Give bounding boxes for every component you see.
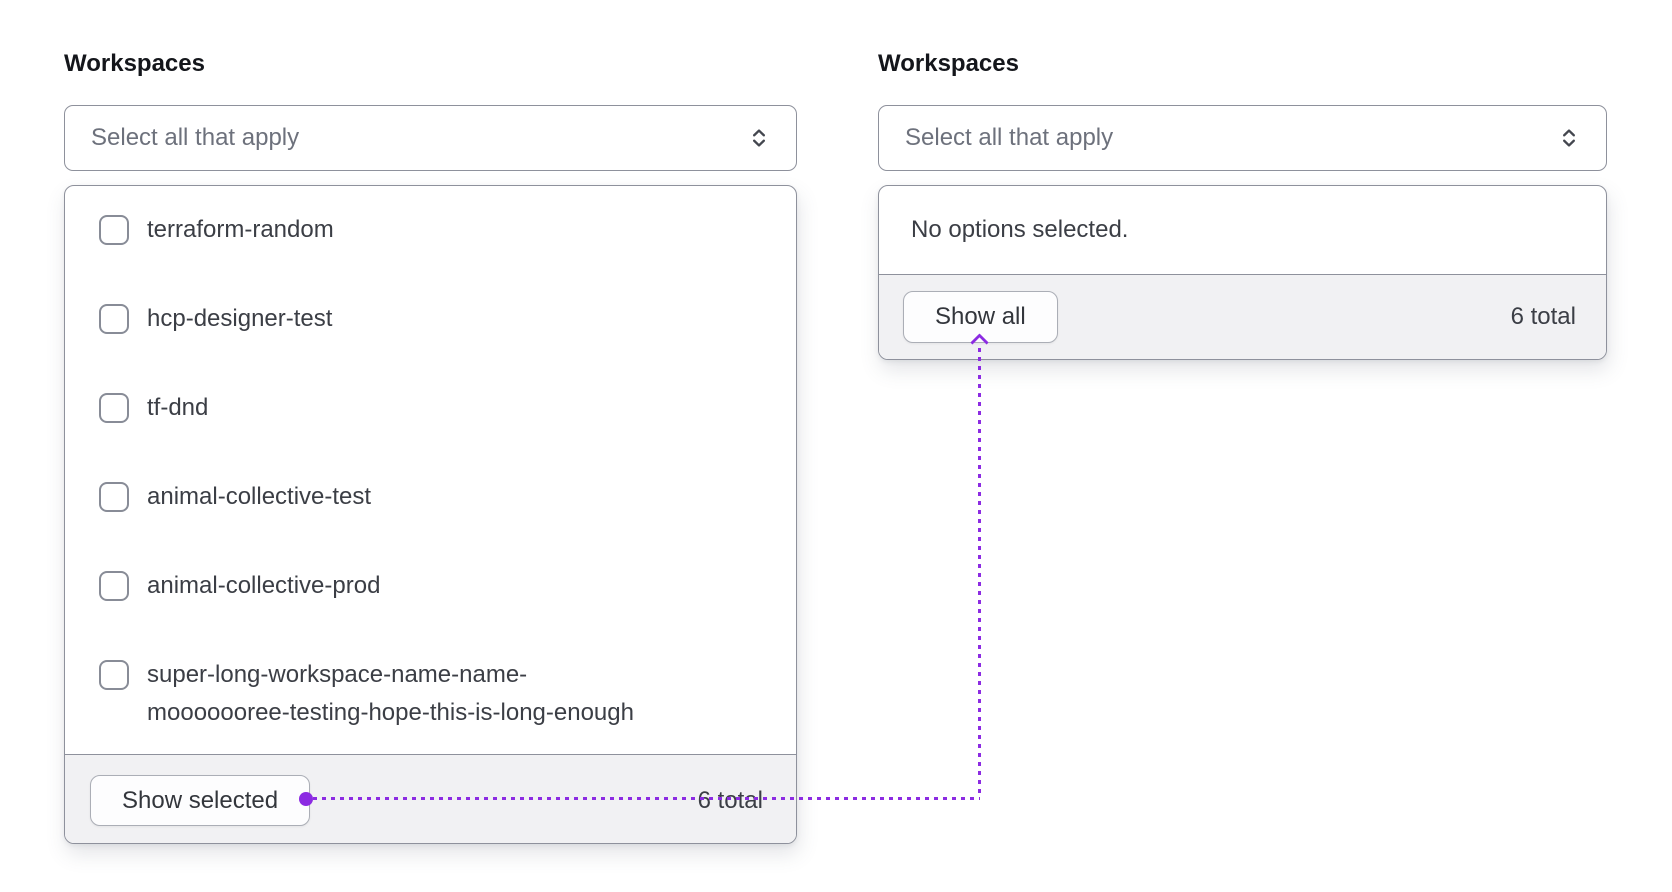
total-count: 6 total bbox=[697, 786, 763, 814]
option-row[interactable]: terraform-random bbox=[65, 186, 796, 275]
page: Workspaces Select all that apply terrafo… bbox=[0, 0, 1672, 892]
option-row[interactable]: tf-dnd bbox=[65, 364, 796, 453]
select-placeholder: Select all that apply bbox=[905, 124, 1114, 151]
field-label: Workspaces bbox=[64, 50, 205, 77]
show-selected-button[interactable]: Show selected bbox=[90, 775, 311, 826]
option-checkbox[interactable] bbox=[99, 304, 129, 334]
workspaces-multiselect-selected-view: Workspaces Select all that apply No opti… bbox=[878, 50, 1607, 360]
option-label: super-long-workspace-name-name-moooooore… bbox=[147, 661, 634, 726]
dropdown-footer: Show selected 6 total bbox=[65, 754, 796, 843]
option-label: hcp-designer-test bbox=[147, 305, 333, 332]
option-row[interactable]: animal-collective-test bbox=[65, 453, 796, 542]
workspaces-select-trigger[interactable]: Select all that apply bbox=[64, 105, 797, 171]
option-checkbox[interactable] bbox=[99, 660, 129, 690]
empty-state: No options selected. bbox=[879, 186, 1606, 274]
show-all-button[interactable]: Show all bbox=[903, 291, 1058, 343]
option-checkbox[interactable] bbox=[99, 482, 129, 512]
select-placeholder: Select all that apply bbox=[91, 124, 300, 151]
option-label: terraform-random bbox=[147, 216, 334, 243]
caret-sort-icon bbox=[1563, 129, 1575, 147]
option-checkbox[interactable] bbox=[99, 571, 129, 601]
option-checkbox[interactable] bbox=[99, 215, 129, 245]
options-dropdown: terraform-random hcp-designer-test tf-dn… bbox=[64, 185, 797, 844]
options-list: terraform-random hcp-designer-test tf-dn… bbox=[65, 186, 796, 754]
selected-options-panel: No options selected. Show all 6 total bbox=[878, 185, 1607, 360]
field-label: Workspaces bbox=[878, 50, 1019, 77]
option-label: tf-dnd bbox=[147, 394, 209, 421]
option-row[interactable]: hcp-designer-test bbox=[65, 275, 796, 364]
total-count: 6 total bbox=[1510, 303, 1576, 330]
workspaces-select-trigger[interactable]: Select all that apply bbox=[878, 105, 1607, 171]
dropdown-footer: Show all 6 total bbox=[879, 274, 1606, 359]
option-checkbox[interactable] bbox=[99, 393, 129, 423]
option-label: animal-collective-prod bbox=[147, 572, 381, 599]
option-row[interactable]: animal-collective-prod bbox=[65, 542, 796, 631]
empty-message: No options selected. bbox=[911, 216, 1129, 243]
option-label: animal-collective-test bbox=[147, 483, 372, 510]
annotation-line-vertical bbox=[978, 348, 981, 798]
option-row[interactable]: super-long-workspace-name-name-moooooore… bbox=[65, 631, 796, 754]
workspaces-multiselect-open: Workspaces Select all that apply terrafo… bbox=[64, 50, 797, 844]
caret-sort-icon bbox=[753, 129, 765, 147]
